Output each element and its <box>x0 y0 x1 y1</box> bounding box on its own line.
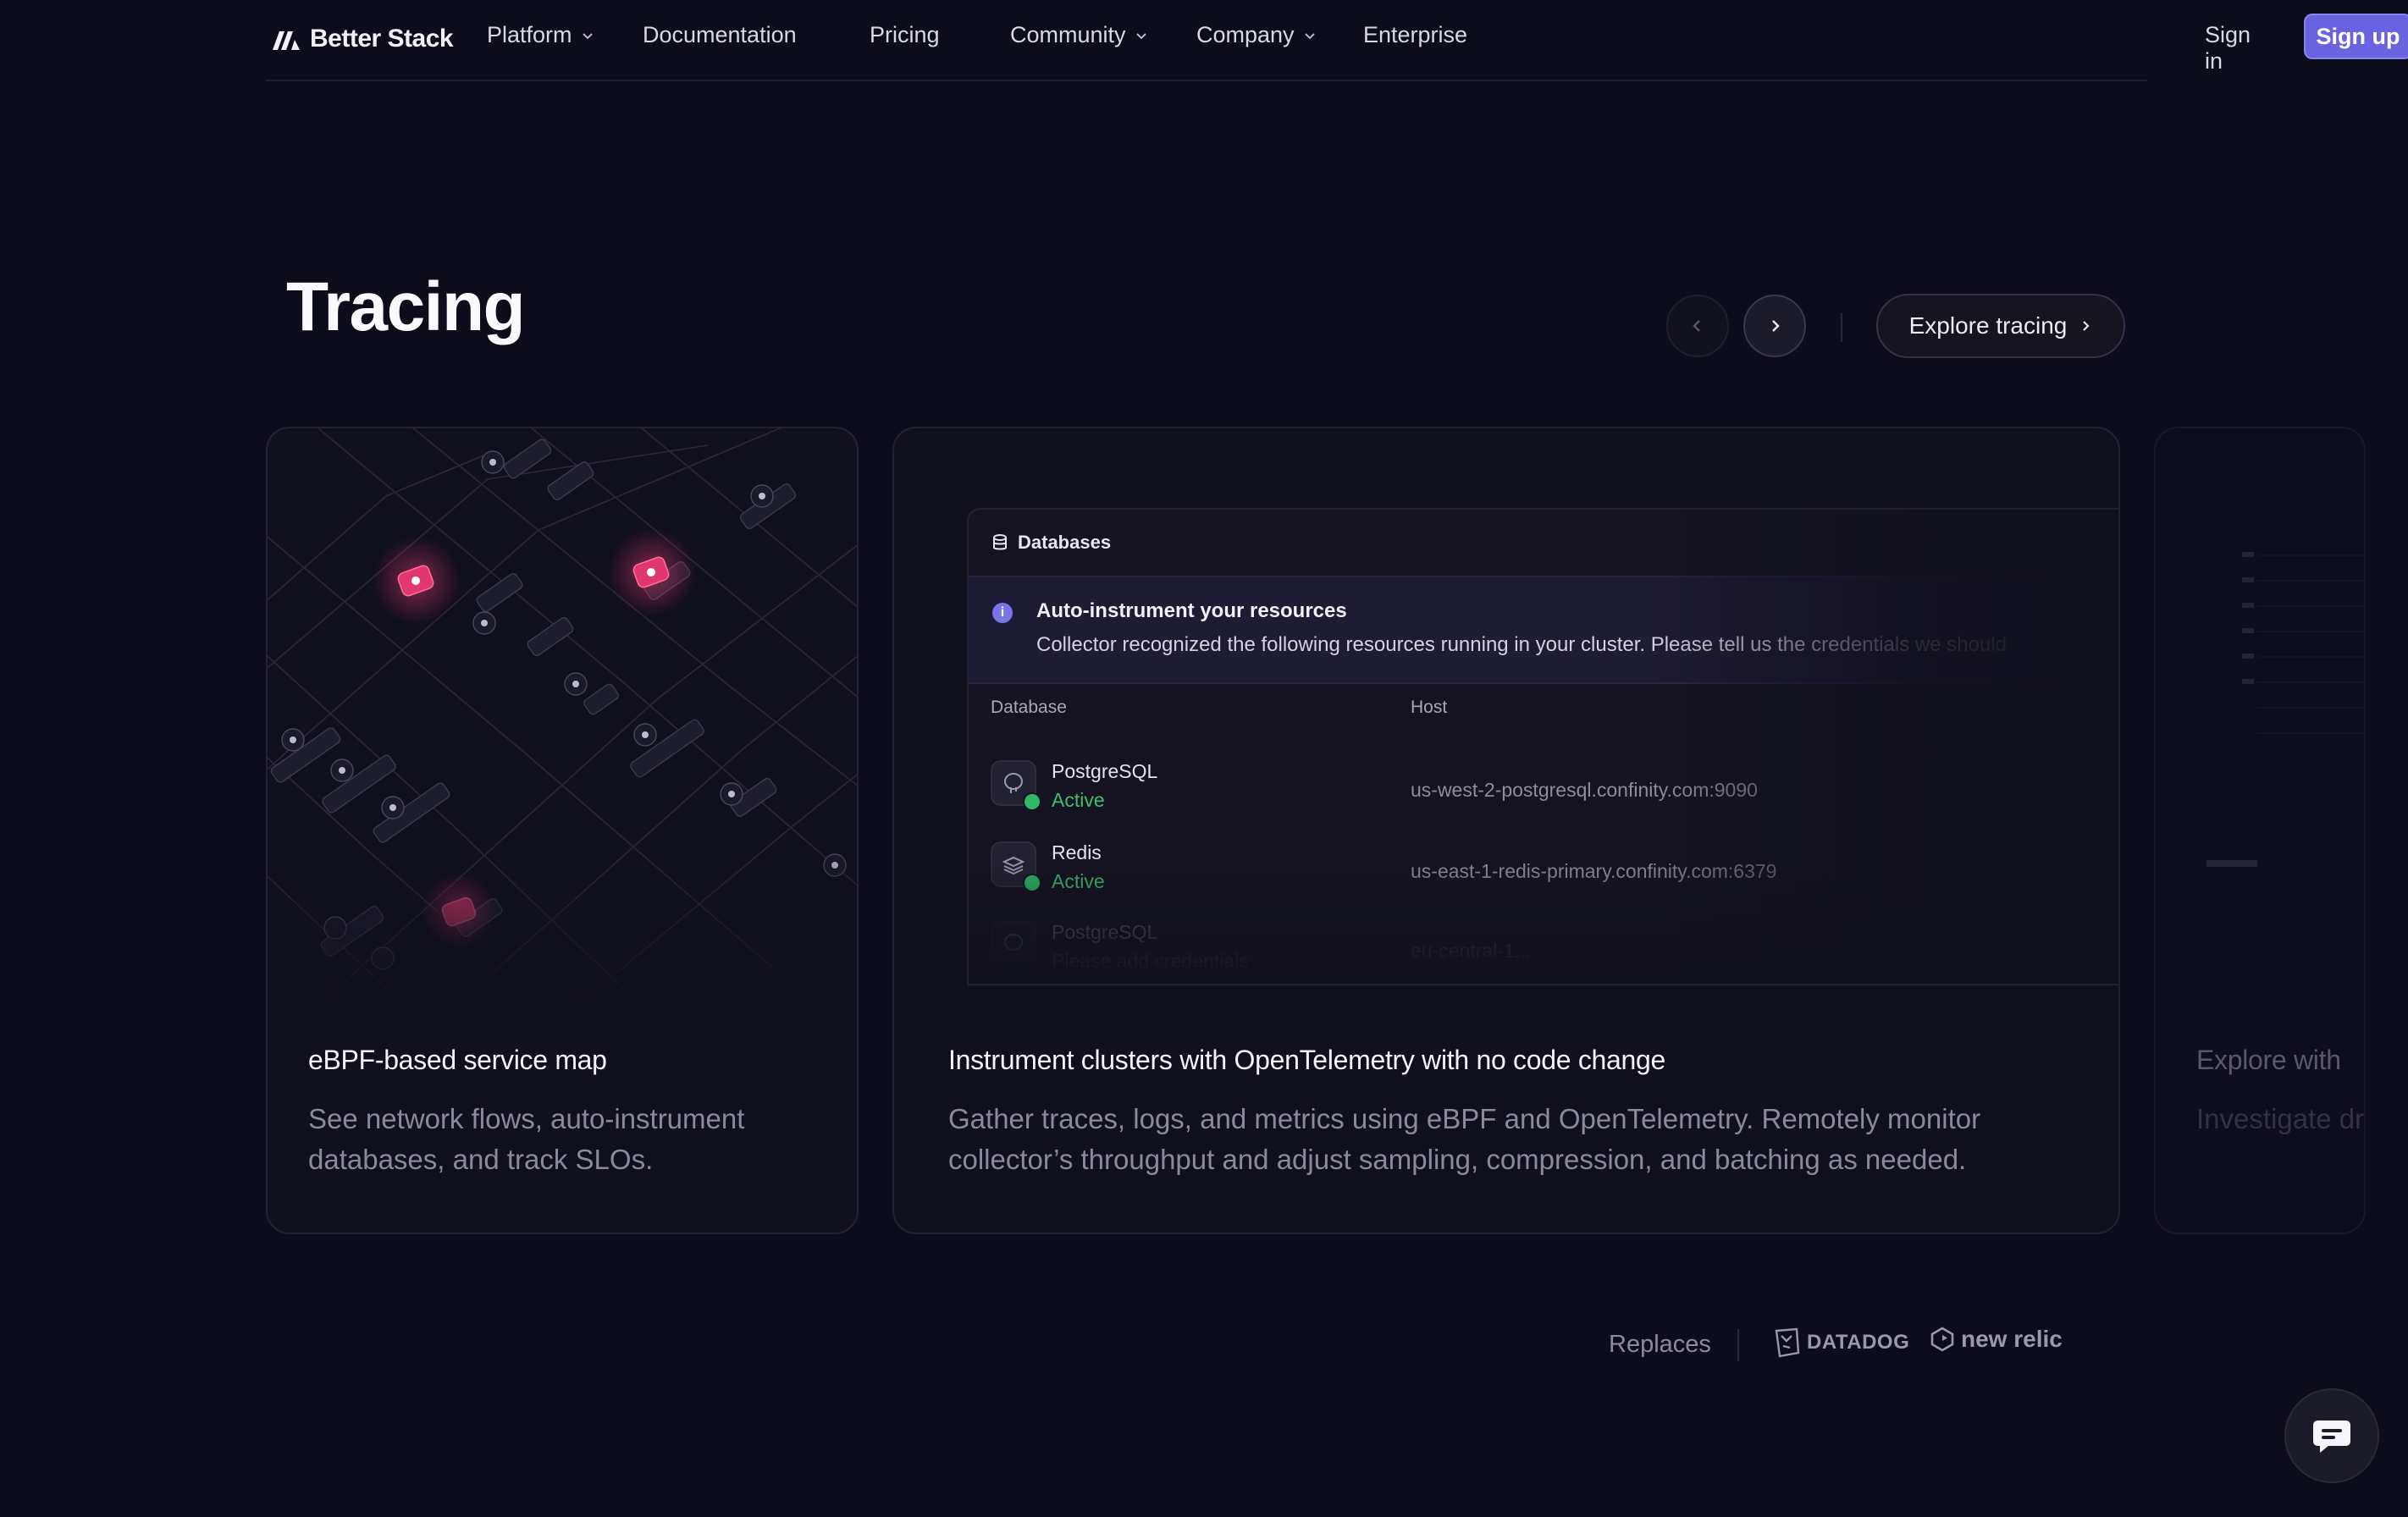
status-check-icon <box>1023 792 1041 811</box>
card-description: Investigate drag & dro <box>2196 1103 2365 1134</box>
nav-item-label: Platform <box>487 22 572 47</box>
status-check-icon <box>1023 874 1041 892</box>
table-row[interactable]: PostgreSQL Active us-west-2-postgresql.c… <box>991 750 2091 818</box>
chevron-right-icon <box>2083 321 2090 331</box>
table-row[interactable]: PostgreSQL Please add credentials eu-cen… <box>991 911 2091 979</box>
replaces-label: Replaces <box>1609 1331 1711 1358</box>
nav-item-label: Pricing <box>870 22 940 47</box>
column-header-host: Host <box>1411 698 1448 717</box>
postgresql-icon <box>991 921 1036 967</box>
card-explore-partial[interactable]: Explore with Investigate drag & dro <box>2154 427 2366 1234</box>
database-host: us-east-1-redis-primary.confinity.com:63… <box>1411 860 1777 882</box>
database-status: Active <box>1052 789 1105 811</box>
database-name: PostgreSQL <box>1052 921 1158 943</box>
card-description: See network flows, auto-instrument datab… <box>308 1103 745 1175</box>
nav-item-label: Documentation <box>643 22 797 47</box>
nav-item-pricing[interactable]: Pricing <box>870 22 940 48</box>
chevron-down-icon <box>1304 32 1315 39</box>
databases-panel-header: Databases <box>969 510 2118 577</box>
sign-up-button[interactable]: Sign up <box>2304 14 2408 59</box>
alert-text: Collector recognized the following resou… <box>1036 633 2007 656</box>
nav-item-label: Enterprise <box>1363 22 1468 47</box>
new-relic-logo: new relic <box>1930 1326 2063 1353</box>
replaces-divider <box>1737 1329 1739 1361</box>
explore-tracing-label: Explore tracing <box>1908 312 2068 339</box>
nav-item-company[interactable]: Company <box>1196 22 1317 48</box>
databases-panel-title: Databases <box>1018 532 1112 553</box>
column-header-database: Database <box>991 698 1067 717</box>
nav-item-community[interactable]: Community <box>1010 22 1148 48</box>
new-relic-text: new relic <box>1961 1326 2063 1352</box>
carousel-prev-button[interactable] <box>1666 295 1729 357</box>
database-name: Redis <box>1052 841 1102 863</box>
card-title: Instrument clusters with OpenTelemetry w… <box>948 1045 1666 1075</box>
card-title: eBPF-based service map <box>308 1045 607 1075</box>
info-icon: i <box>992 603 1013 623</box>
sign-in-link[interactable]: Sign in <box>2205 22 2251 74</box>
nav-item-enterprise[interactable]: Enterprise <box>1363 22 1467 48</box>
new-relic-icon <box>1930 1327 1954 1352</box>
card-instrument-clusters[interactable]: Databases i Auto-instrument your resourc… <box>892 427 2120 1234</box>
chevron-down-icon <box>582 32 593 39</box>
database-icon <box>993 534 1007 550</box>
database-status: Please add credentials <box>1052 950 1249 972</box>
datadog-text: DATADOG <box>1807 1331 1910 1354</box>
nav-item-documentation[interactable]: Documentation <box>643 22 797 48</box>
chat-widget-button[interactable] <box>2284 1388 2379 1483</box>
latency-chart-preview <box>2206 552 2364 867</box>
nav-item-label: Company <box>1196 22 1295 47</box>
database-host: us-west-2-postgresql.confinity.com:9090 <box>1411 779 1758 801</box>
auto-instrument-alert: i Auto-instrument your resources Collect… <box>969 577 2118 684</box>
table-row[interactable]: Redis Active us-east-1-redis-primary.con… <box>991 831 2091 899</box>
top-navigation: Better Stack Platform Documentation Pric… <box>0 0 2408 81</box>
card-description: Gather traces, logs, and metrics using e… <box>948 1103 1981 1175</box>
datadog-logo: DATADOG <box>1773 1327 1909 1358</box>
database-name: PostgreSQL <box>1052 760 1158 782</box>
databases-panel: Databases i Auto-instrument your resourc… <box>967 508 2118 985</box>
nav-item-platform[interactable]: Platform <box>487 22 594 48</box>
chevron-down-icon <box>1135 32 1146 39</box>
section-title: Tracing <box>286 268 526 345</box>
carousel-next-button[interactable] <box>1743 295 1806 357</box>
better-stack-logo-icon <box>273 31 300 50</box>
database-status: Active <box>1052 870 1105 892</box>
logo-text: Better Stack <box>310 25 454 52</box>
service-map-illustration <box>268 428 857 1012</box>
chevron-right-icon <box>1772 320 1780 332</box>
card-service-map[interactable]: eBPF-based service map See network flows… <box>266 427 859 1234</box>
datadog-dog-icon <box>1775 1327 1800 1358</box>
nav-item-label: Community <box>1010 22 1126 47</box>
header-divider <box>1841 313 1842 342</box>
card-title: Explore with <box>2196 1045 2341 1075</box>
better-stack-logo[interactable]: Better Stack <box>271 20 454 58</box>
chat-bubble-icon <box>2313 1420 2350 1453</box>
chevron-left-icon <box>1693 320 1700 332</box>
database-host: eu-central-1... <box>1411 940 1531 962</box>
nav-bar: Better Stack Platform Documentation Pric… <box>266 0 2408 81</box>
alert-title: Auto-instrument your resources <box>1036 599 1347 622</box>
explore-tracing-button[interactable]: Explore tracing <box>1876 294 2125 358</box>
